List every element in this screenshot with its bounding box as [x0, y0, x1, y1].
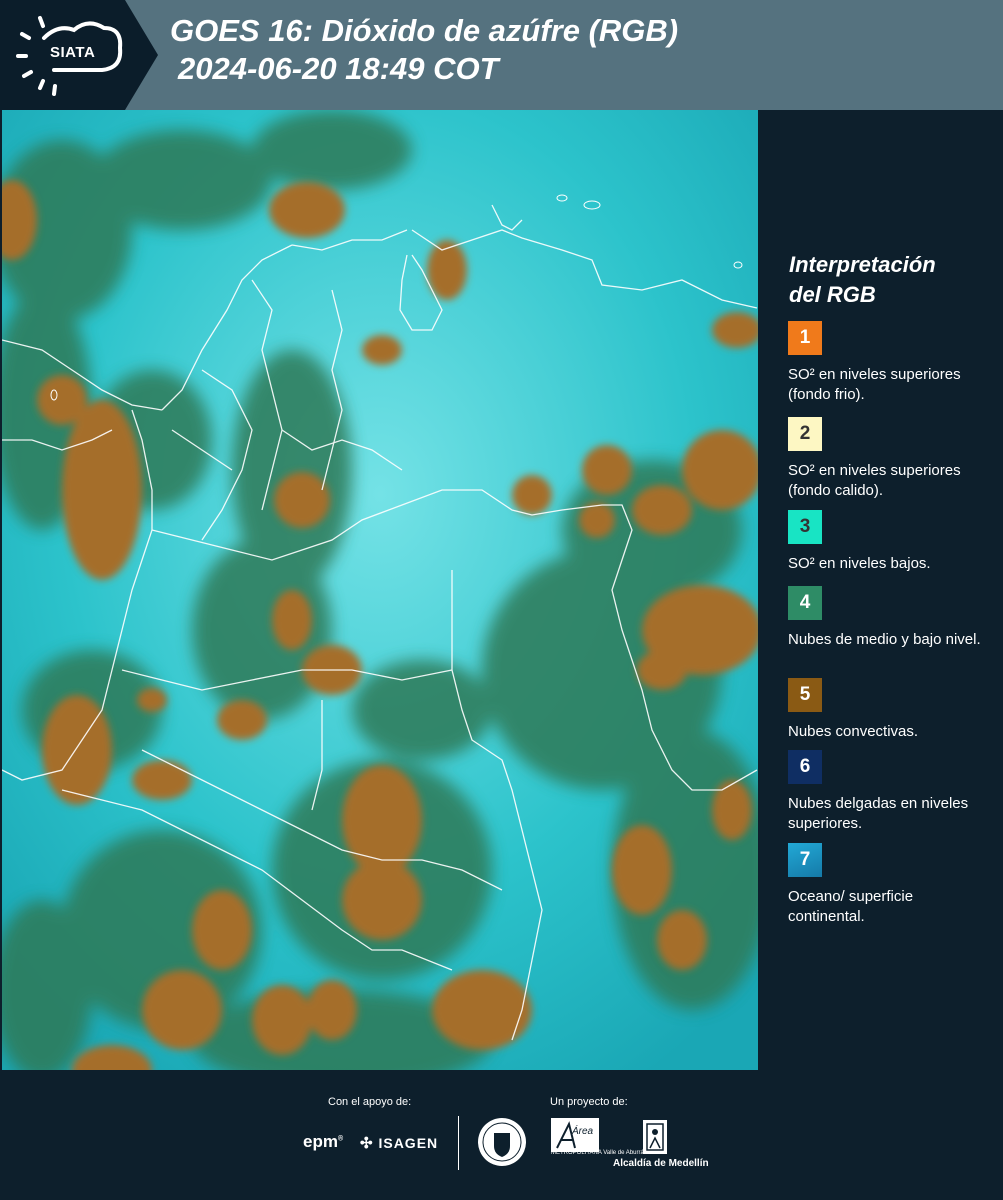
- legend-item-2: 2 SO² en niveles superiores (fondo calid…: [788, 417, 988, 501]
- legend-label-5: Nubes convectivas.: [788, 723, 919, 740]
- isagen-icon: ✣: [360, 1135, 374, 1152]
- legend-swatch-7: 7: [788, 843, 822, 877]
- title-line-2: 2024-06-20 18:49 COT: [178, 51, 499, 86]
- footer: Con el apoyo de: Un proyecto de: epm® ✣ …: [0, 1070, 1003, 1200]
- satellite-map: [2, 110, 758, 1070]
- legend-title-line-2: del RGB: [789, 282, 876, 307]
- medellin-seal-icon: [478, 1118, 526, 1166]
- legend-swatch-4: 4: [788, 586, 822, 620]
- legend-item-4: 4 Nubes de medio y bajo nivel.: [788, 586, 988, 650]
- alcaldia-text: Alcaldía de Medellín: [613, 1158, 709, 1169]
- legend-label-2: SO² en niveles superiores (fondo calido)…: [788, 462, 961, 499]
- logo-block: SIATA: [0, 0, 158, 110]
- legend-swatch-5: 5: [788, 678, 822, 712]
- legend-item-5: 5 Nubes convectivas.: [788, 678, 988, 742]
- legend-item-7: 7 Oceano/ superficie continental.: [788, 843, 988, 927]
- isagen-logo-text: ISAGEN: [378, 1135, 439, 1151]
- header-bar: SIATA GOES 16: Dióxido de azúfre (RGB) 2…: [0, 0, 1003, 110]
- legend-swatch-2: 2: [788, 417, 822, 451]
- legend-swatch-6: 6: [788, 750, 822, 784]
- legend-item-1: 1 SO² en niveles superiores (fondo frio)…: [788, 321, 988, 405]
- legend-item-6: 6 Nubes delgadas en niveles superiores.: [788, 750, 988, 834]
- legend-label-4: Nubes de medio y bajo nivel.: [788, 631, 981, 648]
- legend-panel: Interpretación del RGB 1 SO² en niveles …: [760, 110, 1003, 1070]
- epm-logo-text: epm: [303, 1132, 338, 1151]
- title-line-1: GOES 16: Dióxido de azúfre (RGB): [170, 13, 679, 48]
- page-title: GOES 16: Dióxido de azúfre (RGB) 2024-06…: [170, 12, 678, 88]
- epm-logo: epm®: [303, 1132, 344, 1151]
- legend-swatch-1: 1: [788, 321, 822, 355]
- legend-label-7: Oceano/ superficie continental.: [788, 888, 914, 925]
- footer-divider: [458, 1116, 459, 1170]
- support-label: Con el apoyo de:: [328, 1096, 412, 1108]
- project-label: Un proyecto de:: [550, 1096, 628, 1108]
- satellite-image: [2, 110, 758, 1070]
- isagen-logo: ✣ ISAGEN: [360, 1134, 438, 1152]
- legend-swatch-3: 3: [788, 510, 822, 544]
- alcaldia-seal-icon: [643, 1120, 667, 1154]
- area-logo-text: Área: [572, 1126, 594, 1137]
- legend-label-3: SO² en niveles bajos.: [788, 555, 931, 572]
- legend-item-3: 3 SO² en niveles bajos.: [788, 510, 988, 574]
- legend-title: Interpretación del RGB: [789, 250, 989, 310]
- legend-label-6: Nubes delgadas en niveles superiores.: [788, 795, 969, 832]
- legend-label-1: SO² en niveles superiores (fondo frio).: [788, 366, 961, 403]
- area-logo-subtext: METROPOLITANA Valle de Aburrá: [551, 1150, 644, 1156]
- legend-title-line-1: Interpretación: [789, 252, 936, 277]
- logo-text: SIATA: [50, 44, 96, 61]
